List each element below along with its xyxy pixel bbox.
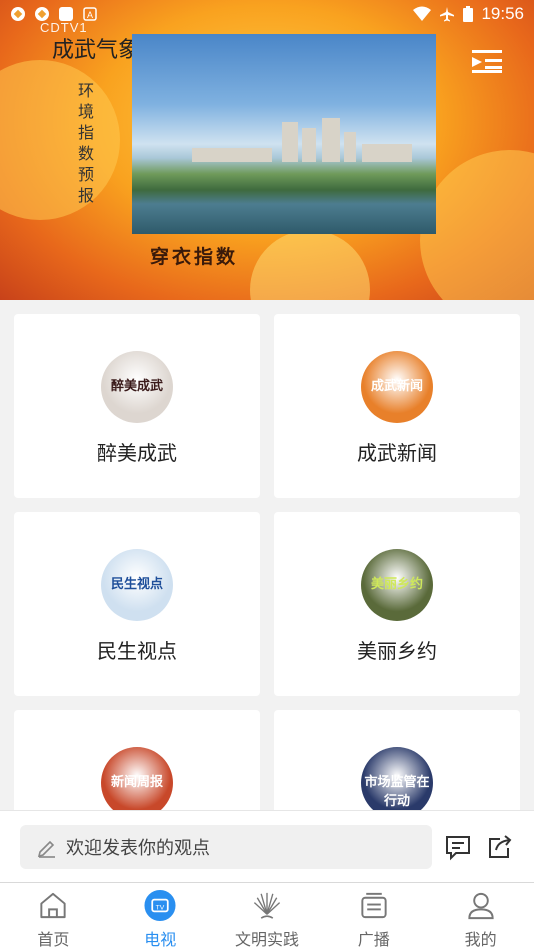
thumbnail-text: 市场监管在行动	[364, 775, 430, 809]
thumbnail-text: 美丽乡约	[370, 577, 423, 592]
program-card[interactable]: 美丽乡约 美丽乡约	[274, 512, 520, 696]
svg-text:A: A	[87, 10, 93, 20]
share-icon[interactable]	[486, 833, 514, 861]
program-card[interactable]: 醉美成武 醉美成武	[14, 314, 260, 498]
pencil-icon	[37, 840, 55, 858]
bottom-nav: 首页 TV 电视 文明实践 广播 我的	[0, 882, 534, 950]
nav-label: 电视	[144, 930, 177, 949]
tv-icon: TV	[144, 889, 176, 922]
nav-tv[interactable]: TV 电视	[107, 883, 214, 950]
nav-label: 首页	[37, 930, 70, 949]
thumbnail-text: 新闻周报	[110, 775, 163, 790]
playlist-icon[interactable]	[472, 48, 502, 74]
decor-flower	[250, 230, 370, 300]
nav-label: 广播	[357, 930, 390, 949]
thumbnail-text: 民生视点	[110, 577, 163, 592]
program-thumbnail: 美丽乡约	[361, 549, 433, 621]
app-notification-icon	[59, 7, 73, 21]
program-card[interactable]: 成武新闻 成武新闻	[274, 314, 520, 498]
hero-vertical-text: 环境指数预报	[78, 81, 95, 205]
program-label: 醉美成武	[97, 441, 177, 465]
program-card[interactable]: 市场监管在行动	[274, 710, 520, 810]
program-label: 美丽乡约	[357, 639, 437, 663]
comment-input[interactable]: 欢迎发表你的观点	[20, 825, 432, 869]
app-notification-icon: A	[83, 7, 97, 21]
hero-photo	[132, 34, 436, 234]
radio-icon	[361, 892, 387, 919]
program-grid: 醉美成武 醉美成武 成武新闻 成武新闻 民生视点 民生视点 美丽乡约 美丽乡约 新闻周报 市场监管…	[0, 300, 534, 810]
comment-placeholder: 欢迎发表你的观点	[66, 838, 210, 859]
decor-flower	[420, 150, 534, 300]
hero-caption: 穿衣指数	[150, 246, 239, 268]
nav-civilization[interactable]: 文明实践	[214, 883, 321, 950]
thumbnail-text: 成武新闻	[370, 379, 423, 394]
nav-label: 文明实践	[234, 930, 299, 949]
wifi-icon	[413, 6, 432, 21]
hero-banner[interactable]: CDTV1 成武气象 环境指数预报 穿衣指数	[0, 0, 534, 300]
program-thumbnail: 醉美成武	[101, 351, 173, 423]
comment-bar: 欢迎发表你的观点	[0, 810, 534, 882]
thumbnail-text: 醉美成武	[110, 379, 163, 394]
airplane-icon	[440, 7, 455, 22]
nav-radio[interactable]: 广播	[320, 883, 427, 950]
status-time: 19:56	[481, 4, 524, 23]
notification-icon	[11, 7, 25, 21]
program-label: 成武新闻	[357, 441, 437, 465]
nav-home[interactable]: 首页	[0, 883, 107, 950]
notification-icon	[35, 7, 49, 21]
user-icon	[467, 892, 494, 920]
decor-flower	[0, 60, 120, 220]
status-bar: A 19:56	[0, 0, 534, 28]
program-thumbnail: 市场监管在行动	[361, 747, 433, 810]
battery-icon	[463, 6, 474, 22]
home-icon	[40, 892, 67, 919]
program-thumbnail: 成武新闻	[361, 351, 433, 423]
program-label: 民生视点	[97, 639, 177, 663]
hero-brand: 成武气象	[52, 38, 141, 63]
program-thumbnail: 民生视点	[101, 549, 173, 621]
nav-mine[interactable]: 我的	[427, 883, 534, 950]
nav-label: 我的	[464, 930, 497, 949]
svg-text:TV: TV	[156, 904, 165, 911]
program-thumbnail: 新闻周报	[101, 747, 173, 810]
fan-icon	[253, 892, 281, 919]
program-card[interactable]: 民生视点 民生视点	[14, 512, 260, 696]
program-card[interactable]: 新闻周报	[14, 710, 260, 810]
comments-icon[interactable]	[444, 833, 472, 861]
